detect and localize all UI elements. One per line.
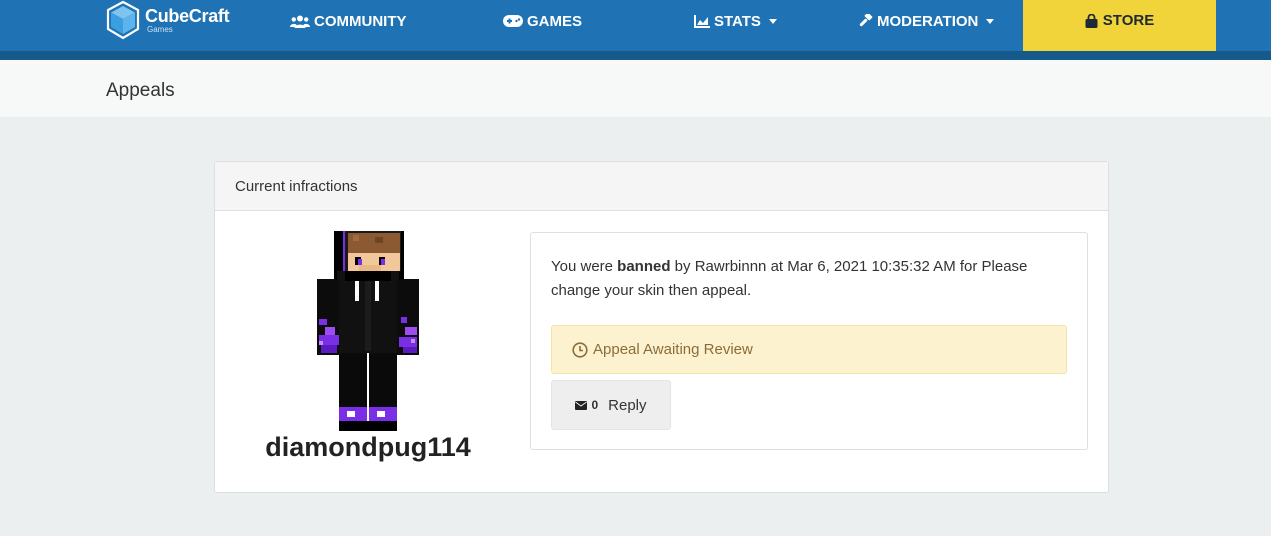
brand-subtitle: Games bbox=[147, 24, 173, 34]
cube-logo-icon bbox=[106, 0, 140, 40]
reply-label: Reply bbox=[608, 396, 647, 414]
reply-button[interactable]: 0 Reply bbox=[551, 380, 671, 430]
infraction-action: banned bbox=[617, 258, 671, 275]
nav-stats[interactable]: STATS bbox=[694, 0, 777, 42]
envelope-icon bbox=[575, 400, 588, 410]
appeal-status-alert: Appeal Awaiting Review bbox=[551, 325, 1067, 374]
reply-count: 0 bbox=[591, 398, 599, 412]
clock-icon bbox=[572, 341, 588, 358]
store-label: STORE bbox=[1102, 12, 1155, 29]
nav-games[interactable]: GAMES bbox=[503, 0, 582, 42]
chart-icon bbox=[694, 14, 710, 28]
infraction-card: You were banned by Rawrbinnn at Mar 6, 2… bbox=[530, 232, 1088, 450]
player-skin-avatar bbox=[317, 231, 419, 431]
nav-stats-label: STATS bbox=[714, 12, 761, 30]
nav-community[interactable]: COMMUNITY bbox=[290, 0, 407, 42]
shopping-bag-icon bbox=[1085, 13, 1098, 28]
brand-logo[interactable]: CubeCraft Games bbox=[106, 0, 230, 40]
top-navbar: CubeCraft Games COMMUNITY GAMES STATS MO… bbox=[0, 0, 1271, 51]
navbar-bottom-strip bbox=[0, 51, 1271, 60]
page-title: Appeals bbox=[106, 80, 175, 101]
store-button[interactable]: STORE bbox=[1023, 0, 1216, 51]
users-icon bbox=[290, 15, 310, 28]
nav-games-label: GAMES bbox=[527, 12, 583, 30]
player-username: diamondpug114 bbox=[265, 432, 471, 462]
gavel-icon bbox=[859, 13, 873, 26]
appeal-status-text: Appeal Awaiting Review bbox=[593, 341, 753, 358]
page-header: Appeals bbox=[0, 60, 1271, 117]
infraction-description: You were banned by Rawrbinnn at Mar 6, 2… bbox=[551, 255, 1071, 303]
nav-moderation-label: MODERATION bbox=[877, 12, 979, 30]
infraction-prefix: You were bbox=[551, 258, 618, 275]
brand-name: CubeCraft bbox=[145, 5, 230, 26]
chevron-down-icon bbox=[768, 18, 777, 24]
nav-moderation[interactable]: MODERATION bbox=[858, 0, 995, 42]
nav-community-label: COMMUNITY bbox=[314, 12, 407, 30]
gamepad-icon bbox=[503, 15, 523, 27]
panel-heading: Current infractions bbox=[215, 162, 1108, 211]
infractions-panel: Current infractions diamondpug114 You we… bbox=[214, 161, 1109, 493]
chevron-down-icon bbox=[986, 18, 995, 24]
